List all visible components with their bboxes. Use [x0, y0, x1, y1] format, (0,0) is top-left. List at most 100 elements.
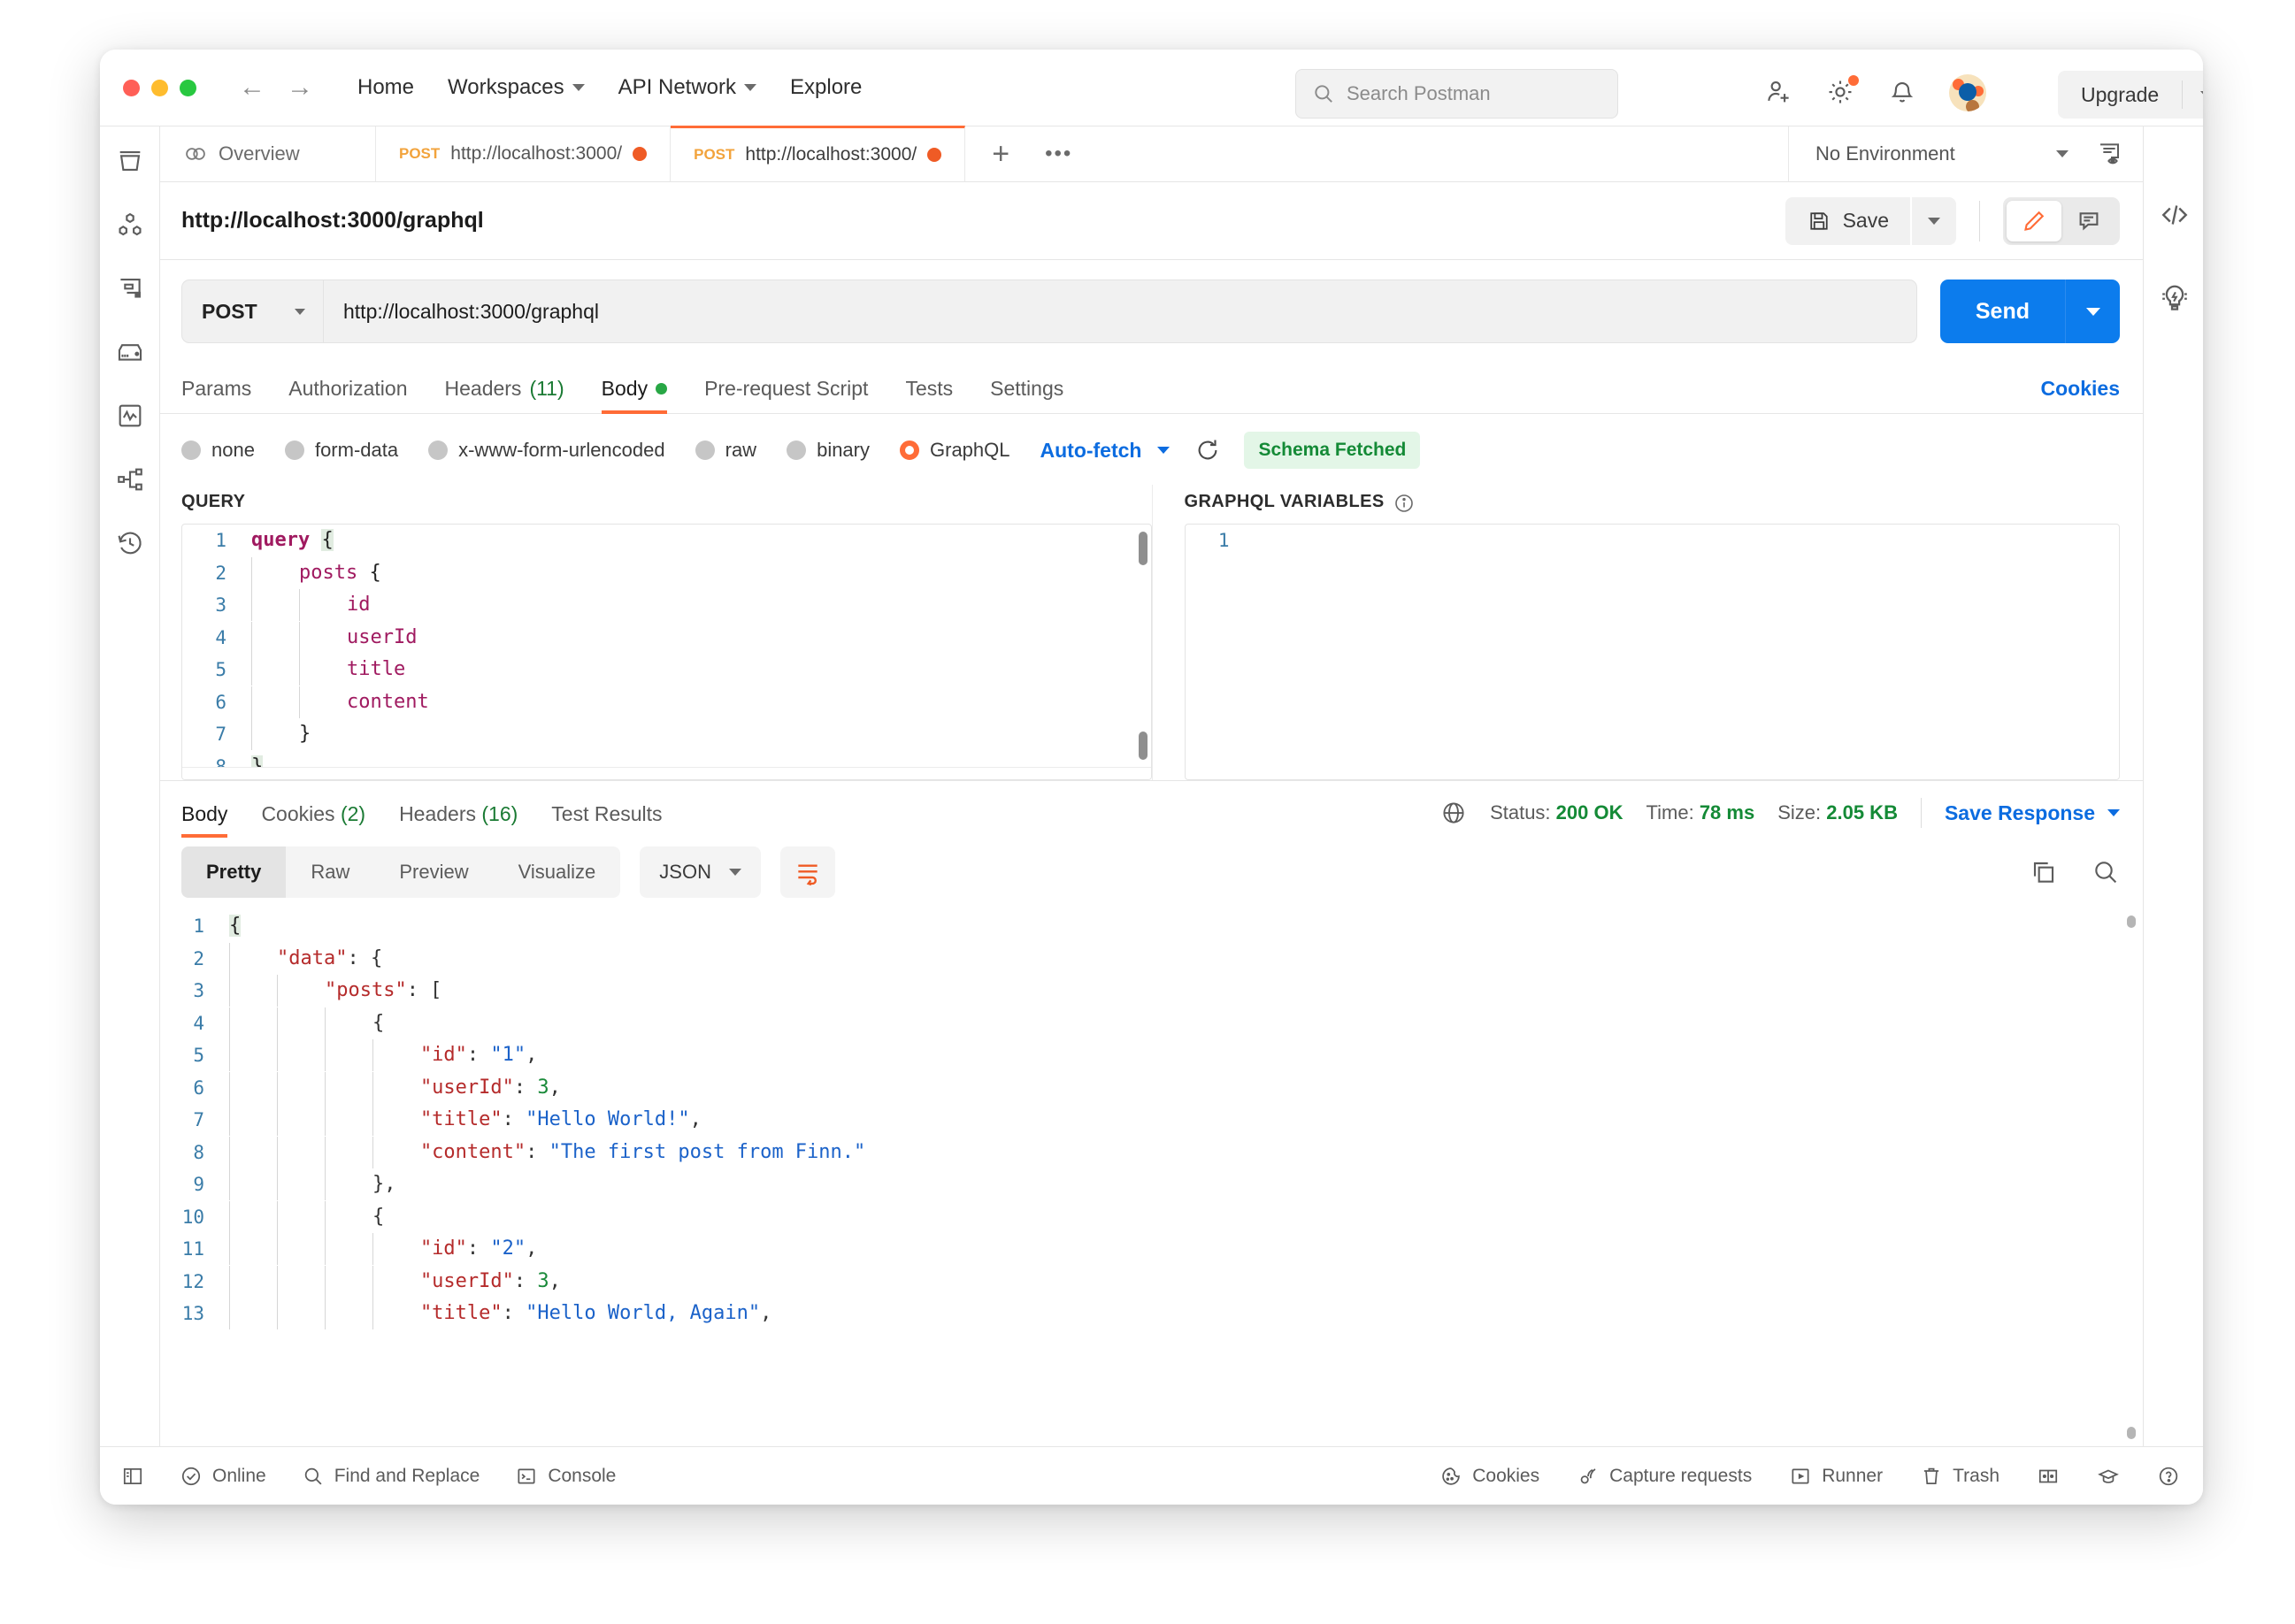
arrow-right-icon[interactable]: →: [287, 74, 313, 101]
response-tab-headers[interactable]: Headers (16): [399, 802, 518, 838]
environment-quick-look-icon[interactable]: [2081, 140, 2123, 168]
postbot-icon[interactable]: [2159, 282, 2189, 312]
tab-params[interactable]: Params: [181, 377, 251, 413]
response-tab-test-results[interactable]: Test Results: [551, 802, 662, 838]
online-status[interactable]: Online: [180, 1465, 266, 1488]
flows-icon[interactable]: [115, 464, 145, 494]
http-method-value: POST: [202, 299, 257, 323]
graduation-cap-icon[interactable]: [2097, 1465, 2120, 1488]
line-number: 4: [215, 626, 226, 648]
capture-requests-button[interactable]: Capture requests: [1577, 1465, 1752, 1488]
tab-overview[interactable]: Overview: [160, 126, 376, 181]
layout-icon[interactable]: [2037, 1465, 2060, 1488]
tab-body[interactable]: Body: [601, 377, 668, 414]
request-tab-2[interactable]: POST http://localhost:3000/: [671, 126, 966, 181]
refresh-icon[interactable]: [1194, 437, 1221, 463]
body-type-none[interactable]: none: [181, 439, 255, 462]
find-and-replace-button[interactable]: Find and Replace: [302, 1465, 480, 1488]
collections-icon[interactable]: [115, 146, 145, 176]
body-type-binary[interactable]: binary: [787, 439, 870, 462]
pencil-icon[interactable]: [2007, 200, 2061, 241]
code-snippet-icon[interactable]: [2159, 199, 2189, 229]
capture-icon: [1577, 1465, 1600, 1488]
apis-icon[interactable]: [115, 210, 145, 240]
info-icon[interactable]: [1393, 493, 1413, 512]
save-button[interactable]: Save: [1785, 196, 1910, 245]
copy-icon[interactable]: [2030, 858, 2058, 886]
line-number: 8: [193, 1141, 204, 1163]
help-icon[interactable]: [2157, 1465, 2180, 1488]
sidebar-toggle-icon[interactable]: [121, 1465, 144, 1488]
body-type-form-data[interactable]: form-data: [284, 439, 398, 462]
response-scrollbar-thumb[interactable]: [2127, 1427, 2136, 1439]
code-line: userId: [242, 621, 1151, 655]
response-tab-body[interactable]: Body: [181, 802, 228, 838]
auto-fetch-label[interactable]: Auto-fetch: [1040, 439, 1142, 463]
menu-item-home[interactable]: Home: [357, 75, 414, 100]
query-editor-scrollbar-thumb[interactable]: [1138, 732, 1148, 760]
upgrade-dropdown-button[interactable]: [2183, 91, 2203, 98]
environments-icon[interactable]: [115, 273, 145, 303]
response-scrollbar[interactable]: [2127, 915, 2136, 928]
body-type-x-www-form-urlencoded[interactable]: x-www-form-urlencoded: [428, 439, 665, 462]
unsaved-indicator: [927, 148, 942, 162]
query-editor-hscrollbar[interactable]: [182, 767, 1151, 779]
tab-tests[interactable]: Tests: [905, 377, 953, 413]
url-input[interactable]: http://localhost:3000/graphql: [323, 280, 1917, 343]
send-button[interactable]: Send: [1939, 280, 2065, 343]
save-response-button[interactable]: Save Response: [1945, 801, 2120, 825]
http-method-select[interactable]: POST: [181, 280, 323, 343]
upgrade-button[interactable]: Upgrade: [2058, 71, 2203, 119]
cookies-link[interactable]: Cookies: [2041, 377, 2120, 413]
close-window-button[interactable]: [123, 79, 140, 96]
invite-user-icon[interactable]: [1763, 77, 1795, 109]
query-editor-scrollbar[interactable]: [1138, 532, 1148, 565]
runner-button[interactable]: Runner: [1789, 1465, 1883, 1488]
search-input[interactable]: Search Postman: [1295, 69, 1618, 119]
cookies-button[interactable]: Cookies: [1439, 1465, 1539, 1488]
body-type-raw[interactable]: raw: [695, 439, 756, 462]
body-type-graphql[interactable]: GraphQL: [900, 439, 1010, 462]
console-button[interactable]: Console: [515, 1465, 616, 1488]
bell-icon[interactable]: [1887, 77, 1919, 109]
response-body[interactable]: 1 { 2 "data": { 3 "posts": [ 4 { 5 "id": …: [160, 910, 2143, 1446]
avatar[interactable]: [1949, 74, 1986, 111]
history-icon[interactable]: [115, 528, 145, 558]
tab-pre-request-script[interactable]: Pre-request Script: [704, 377, 868, 413]
trash-button[interactable]: Trash: [1920, 1465, 1999, 1488]
tab-authorization[interactable]: Authorization: [288, 377, 407, 413]
view-mode-preview[interactable]: Preview: [374, 846, 493, 898]
plus-icon[interactable]: +: [965, 126, 1036, 181]
view-mode-pretty[interactable]: Pretty: [181, 846, 287, 898]
menu-item-explore[interactable]: Explore: [790, 75, 862, 100]
minimize-window-button[interactable]: [151, 79, 168, 96]
gear-icon[interactable]: [1825, 75, 1859, 109]
monitors-icon[interactable]: [115, 401, 145, 431]
search-icon[interactable]: [2092, 858, 2120, 886]
query-editor[interactable]: 1 query { 2 posts { 3 id 4 userId 5 title…: [181, 524, 1152, 780]
view-mode-raw[interactable]: Raw: [286, 846, 374, 898]
tab-settings[interactable]: Settings: [990, 377, 1063, 413]
chevron-down-icon[interactable]: [1157, 447, 1171, 454]
save-dropdown-button[interactable]: [1912, 196, 1956, 245]
comment-icon[interactable]: [2061, 201, 2116, 241]
zoom-window-button[interactable]: [180, 79, 196, 96]
variables-code: 1: [1186, 525, 2120, 557]
menu-item-api-network[interactable]: API Network: [618, 75, 757, 100]
main-content: Overview POST http://localhost:3000/ POS…: [160, 126, 2143, 1446]
variables-editor[interactable]: 1: [1184, 524, 2120, 780]
environment-selector[interactable]: No Environment: [1789, 126, 2143, 181]
mock-servers-icon[interactable]: [115, 337, 145, 367]
arrow-left-icon[interactable]: ←: [239, 74, 265, 101]
request-tab-1[interactable]: POST http://localhost:3000/: [376, 126, 672, 181]
more-horizontal-icon[interactable]: •••: [1036, 126, 1081, 181]
save-response-label: Save Response: [1944, 801, 2095, 824]
response-tab-cookies[interactable]: Cookies (2): [261, 802, 365, 838]
send-dropdown-button[interactable]: [2065, 280, 2120, 343]
view-mode-visualize[interactable]: Visualize: [494, 846, 621, 898]
response-format-select[interactable]: JSON: [640, 846, 761, 898]
wrap-lines-icon[interactable]: [779, 846, 835, 898]
capture-requests-label: Capture requests: [1609, 1465, 1753, 1486]
menu-item-workspaces[interactable]: Workspaces: [448, 75, 585, 100]
tab-headers[interactable]: Headers (11): [445, 377, 564, 413]
